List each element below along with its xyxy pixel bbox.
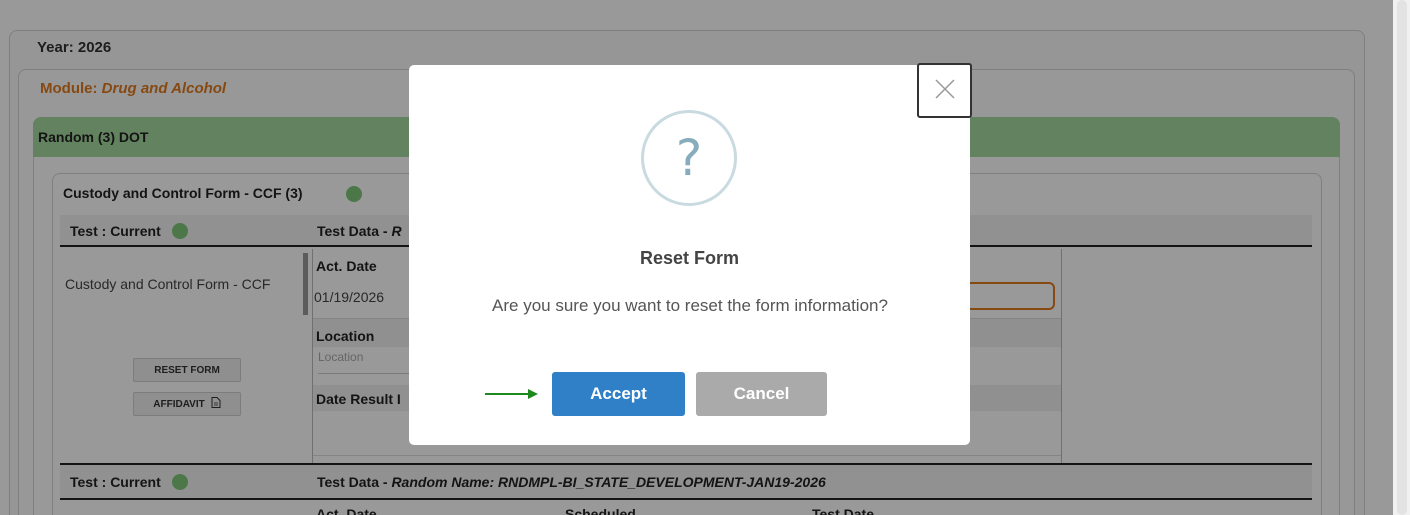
dialog-title: Reset Form xyxy=(639,248,740,268)
close-button[interactable] xyxy=(917,63,972,118)
cancel-button[interactable]: Cancel xyxy=(696,372,827,416)
cancel-label: Cancel xyxy=(733,384,790,403)
scrollbar-thumb[interactable] xyxy=(1397,0,1407,515)
accept-button[interactable]: Accept xyxy=(552,372,685,416)
question-icon: ? xyxy=(641,110,737,206)
page: Year: 2026 Module: Drug and Alcohol Rand… xyxy=(0,0,1410,515)
dialog-message: Are you sure you want to reset the form … xyxy=(492,296,888,315)
close-icon xyxy=(934,78,956,103)
arrow-right-icon xyxy=(484,387,540,404)
accept-label: Accept xyxy=(590,384,647,403)
